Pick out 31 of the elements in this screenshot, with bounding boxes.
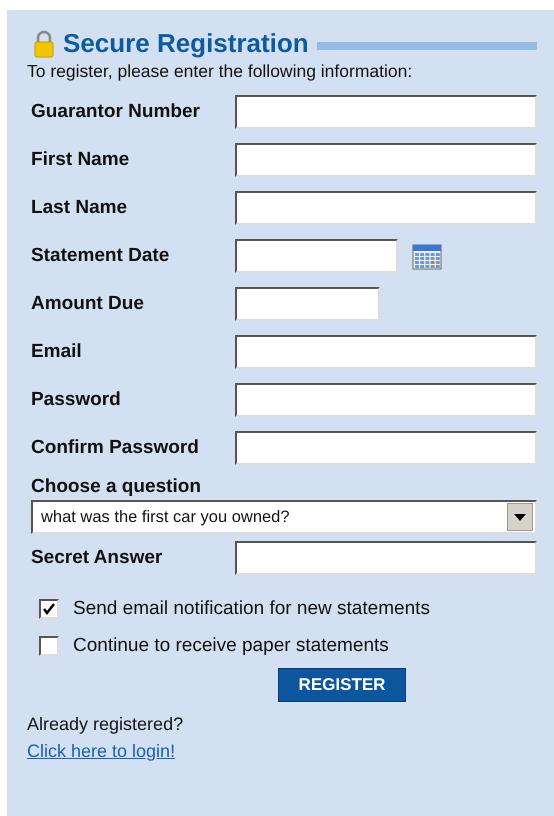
question-select[interactable]: what was the first car you owned? xyxy=(31,500,537,534)
input-field[interactable] xyxy=(235,191,537,225)
input-field[interactable] xyxy=(235,143,537,177)
field-label: Amount Due xyxy=(31,292,145,316)
question-label: Choose a question xyxy=(30,476,202,498)
login-prompt: Already registered? xyxy=(27,714,184,735)
calendar-icon[interactable] xyxy=(412,242,442,270)
input-field[interactable] xyxy=(235,95,537,129)
field-label: Password xyxy=(31,388,122,412)
input-field[interactable] xyxy=(235,541,537,575)
input-field[interactable] xyxy=(235,239,398,273)
field-label: Confirm Password xyxy=(31,436,200,460)
intro-text: To register, please enter the following information: xyxy=(27,61,414,82)
field-label: Statement Date xyxy=(31,244,170,268)
field-label: Last Name xyxy=(31,196,128,220)
input-field[interactable] xyxy=(235,383,537,417)
form-title: Secure Registration xyxy=(63,28,309,59)
register-button[interactable]: REGISTER xyxy=(278,668,406,702)
field-label: First Name xyxy=(31,148,130,172)
login-link[interactable]: Click here to login! xyxy=(27,741,176,762)
checkbox[interactable] xyxy=(39,598,59,618)
field-label: Email xyxy=(31,340,83,364)
checkbox[interactable] xyxy=(39,636,59,656)
field-label: Guarantor Number xyxy=(31,100,201,124)
field-label: Secret Answer xyxy=(31,546,164,570)
input-field[interactable] xyxy=(235,287,380,321)
checkbox-label: Send email notification for new statements xyxy=(73,598,430,620)
checkbox-label: Continue to receive paper statements xyxy=(73,634,389,656)
input-field[interactable] xyxy=(235,335,537,369)
padlock-icon xyxy=(33,30,55,58)
input-field[interactable] xyxy=(235,431,537,465)
